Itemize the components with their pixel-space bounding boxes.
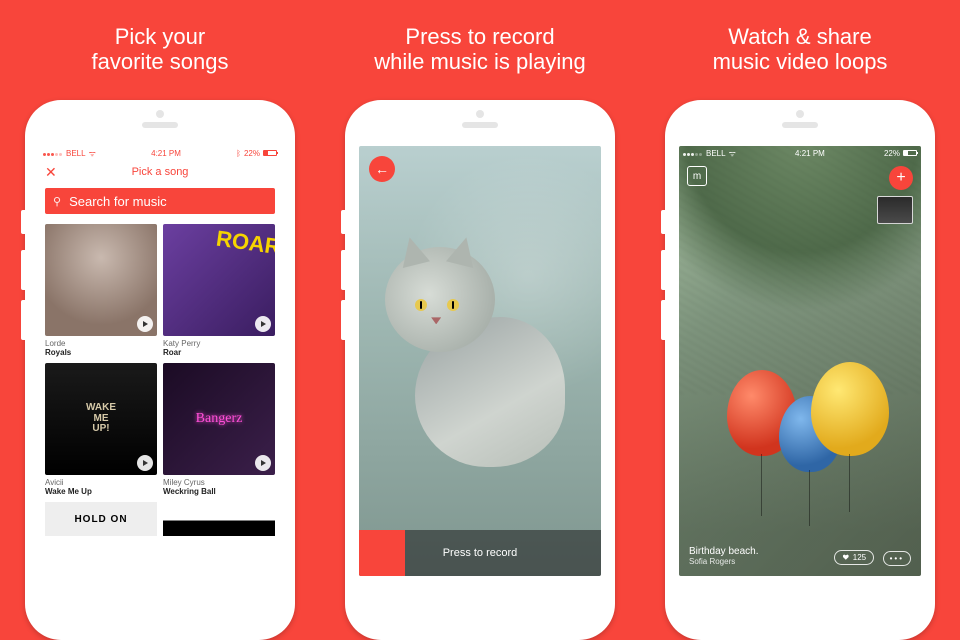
like-button[interactable]: 125 xyxy=(834,550,874,565)
post-actions: 125 ••• xyxy=(830,548,911,566)
arrow-left-icon: ← xyxy=(375,161,389,177)
caption-2: Press to record while music is playing xyxy=(374,24,586,84)
search-icon: ⚲ xyxy=(53,195,61,208)
album-text: WAKE ME UP! xyxy=(86,403,116,435)
like-count: 125 xyxy=(853,553,866,562)
tile-artist: Avicii xyxy=(45,478,157,487)
album-text: Bangerz xyxy=(196,411,243,427)
song-tile[interactable]: Katy PerryRoar xyxy=(163,224,275,357)
wifi-icon: ᯤ xyxy=(729,148,736,159)
post-title: Birthday beach. xyxy=(689,546,759,557)
feed-bottombar: Birthday beach. Sofia Rogers 125 ••• xyxy=(679,536,921,576)
caption-3-line-2: music video loops xyxy=(713,49,888,74)
phone-frame-3: BELL ᯤ 4:21 PM 22% m + xyxy=(665,100,935,640)
song-tile[interactable]: Bangerz Miley CyrusWeckring Ball xyxy=(163,363,275,496)
caption-3: Watch & share music video loops xyxy=(713,24,888,84)
caption-3-line-1: Watch & share xyxy=(713,24,888,49)
caption-1-line-2: favorite songs xyxy=(92,49,229,74)
signal-icon xyxy=(683,149,703,158)
tile-title: Wake Me Up xyxy=(45,487,157,496)
status-bar: BELL ᯤ 4:21 PM 22% xyxy=(679,146,921,160)
record-button[interactable] xyxy=(359,530,405,576)
app-logo[interactable]: m xyxy=(687,166,707,186)
signal-icon xyxy=(43,149,63,158)
tile-title: Roar xyxy=(163,348,275,357)
caption-2-line-1: Press to record xyxy=(374,24,586,49)
song-tile[interactable]: LordeRoyals xyxy=(45,224,157,357)
tile-artist: Katy Perry xyxy=(163,339,275,348)
plus-icon: + xyxy=(896,169,905,187)
close-button[interactable]: ✕ xyxy=(45,164,57,181)
clock-label: 4:21 PM xyxy=(151,149,181,158)
back-button[interactable]: ← xyxy=(369,156,395,182)
album-art: Bangerz xyxy=(163,363,275,475)
song-tile[interactable]: WAKE ME UP! AviciiWake Me Up xyxy=(45,363,157,496)
battery-pct: 22% xyxy=(244,149,260,158)
play-icon[interactable] xyxy=(137,455,153,471)
album-art xyxy=(45,224,157,336)
add-button[interactable]: + xyxy=(889,166,913,190)
songs-grid: LordeRoyals Katy PerryRoar WAKE ME UP! A… xyxy=(39,218,281,502)
post-meta: Birthday beach. Sofia Rogers xyxy=(689,546,759,566)
thumbnail[interactable] xyxy=(877,196,913,224)
album-art[interactable]: HOLD ON xyxy=(45,502,157,536)
cat-illustration xyxy=(375,237,575,467)
search-input[interactable]: ⚲ Search for music xyxy=(45,188,275,214)
record-bar: Press to record xyxy=(359,530,601,576)
feed-topbar: m + xyxy=(679,160,921,230)
record-label: Press to record xyxy=(405,547,601,559)
play-icon[interactable] xyxy=(255,455,271,471)
wifi-icon: ᯤ xyxy=(89,148,96,159)
tile-artist: Miley Cyrus xyxy=(163,478,275,487)
phone-frame-1: BELL ᯤ 4:21 PM ᛒ 22% ✕ Pick a song ⚲ xyxy=(25,100,295,640)
page-title: Pick a song xyxy=(132,166,189,178)
caption-1: Pick your favorite songs xyxy=(92,24,229,84)
caption-1-line-1: Pick your xyxy=(92,24,229,49)
battery-icon xyxy=(263,150,277,156)
tile-artist: Lorde xyxy=(45,339,157,348)
post-user: Sofia Rogers xyxy=(689,557,759,566)
balloon-icon xyxy=(811,362,889,456)
play-icon[interactable] xyxy=(255,316,271,332)
more-button[interactable]: ••• xyxy=(883,551,911,566)
partial-row: HOLD ON xyxy=(39,502,281,536)
search-placeholder: Search for music xyxy=(69,194,167,209)
album-art xyxy=(163,224,275,336)
battery-pct: 22% xyxy=(884,149,900,158)
tile-title: Weckring Ball xyxy=(163,487,275,496)
screen-record: ← Press to record xyxy=(359,146,601,576)
header: ✕ Pick a song xyxy=(39,160,281,184)
tile-title: Royals xyxy=(45,348,157,357)
album-art[interactable] xyxy=(163,502,275,536)
carrier-label: BELL xyxy=(706,149,726,158)
bluetooth-icon: ᛒ xyxy=(236,149,241,158)
play-icon[interactable] xyxy=(137,316,153,332)
battery-icon xyxy=(903,150,917,156)
status-bar: BELL ᯤ 4:21 PM ᛒ 22% xyxy=(39,146,281,160)
caption-2-line-2: while music is playing xyxy=(374,49,586,74)
carrier-label: BELL xyxy=(66,149,86,158)
camera-preview xyxy=(359,146,601,576)
clock-label: 4:21 PM xyxy=(795,149,825,158)
heart-icon xyxy=(842,553,850,561)
screen-feed: BELL ᯤ 4:21 PM 22% m + xyxy=(679,146,921,576)
album-art: WAKE ME UP! xyxy=(45,363,157,475)
more-icon: ••• xyxy=(890,554,904,563)
screen-pick-song: BELL ᯤ 4:21 PM ᛒ 22% ✕ Pick a song ⚲ xyxy=(39,146,281,576)
phone-frame-2: ← Press to record xyxy=(345,100,615,640)
